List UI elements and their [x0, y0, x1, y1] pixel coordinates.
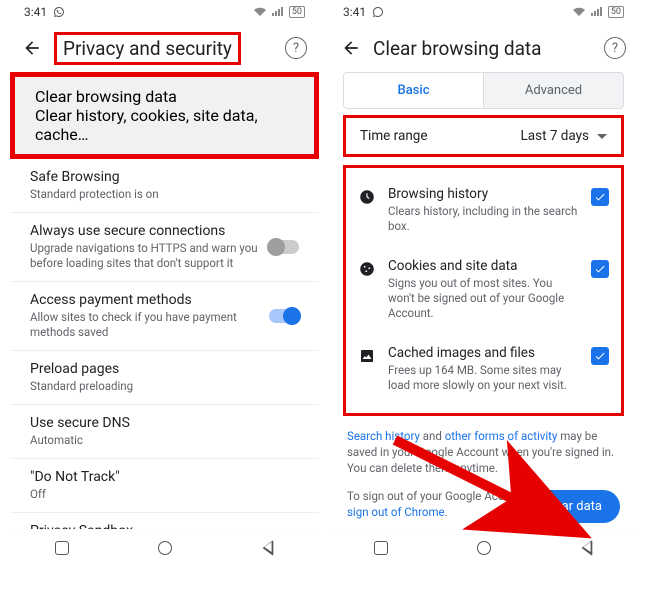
toggle-secure-connections[interactable] [269, 240, 299, 254]
history-icon [358, 188, 376, 206]
item-title: Clear browsing data [35, 87, 294, 106]
recent-apps-icon[interactable] [55, 541, 69, 555]
battery-icon: 50 [608, 6, 624, 18]
item-subtitle: Allow sites to check if you have payment… [30, 310, 259, 340]
item-subtitle: Standard protection is on [30, 187, 299, 202]
info-search-history: Search history and other forms of activi… [329, 422, 638, 482]
android-nav-bar [329, 529, 638, 565]
chevron-down-icon [597, 134, 607, 139]
home-icon[interactable] [477, 541, 491, 555]
checkbox-cache[interactable] [591, 347, 609, 365]
item-title: Preload pages [30, 361, 299, 377]
help-icon[interactable]: ? [285, 37, 307, 59]
signal-icon [590, 7, 604, 17]
clear-data-button[interactable]: Clear data [525, 490, 620, 523]
item-title: Browsing history [388, 186, 579, 202]
whatsapp-icon [53, 6, 65, 18]
link-other-activity[interactable]: other forms of activity [445, 429, 558, 443]
page-title: Clear browsing data [373, 37, 592, 60]
wifi-icon [253, 7, 267, 17]
page-title: Privacy and security [54, 32, 241, 65]
item-title: Use secure DNS [30, 415, 299, 431]
tab-advanced[interactable]: Advanced [483, 72, 624, 109]
status-bar: 3:41 50 [329, 0, 638, 24]
battery-icon: 50 [289, 6, 305, 18]
phone-clear-browsing-data: 3:41 50 Clear browsing data ? Basic Adva… [329, 0, 638, 565]
item-subtitle: Off [30, 487, 299, 502]
app-bar: Clear browsing data ? [329, 24, 638, 72]
help-icon[interactable]: ? [604, 37, 626, 59]
android-nav-bar [10, 529, 319, 565]
signal-icon [271, 7, 285, 17]
menu-payment-methods[interactable]: Access payment methods Allow sites to ch… [10, 282, 319, 351]
tab-basic[interactable]: Basic [343, 72, 483, 109]
menu-do-not-track[interactable]: "Do Not Track" Off [10, 459, 319, 513]
item-subtitle: Clear history, cookies, site data, cache… [35, 106, 294, 144]
recent-apps-icon[interactable] [374, 541, 388, 555]
menu-preload-pages[interactable]: Preload pages Standard preloading [10, 351, 319, 405]
item-title: Cookies and site data [388, 258, 579, 274]
toggle-payment-methods[interactable] [269, 309, 299, 323]
time-range-dropdown[interactable]: Time range Last 7 days [343, 115, 624, 157]
item-subtitle: Clears history, including in the search … [388, 204, 579, 234]
item-title: "Do Not Track" [30, 469, 299, 485]
item-title: Safe Browsing [30, 169, 299, 185]
back-nav-icon[interactable] [263, 540, 274, 556]
menu-secure-connections[interactable]: Always use secure connections Upgrade na… [10, 213, 319, 282]
status-time: 3:41 [24, 5, 47, 19]
link-search-history[interactable]: Search history [347, 429, 420, 443]
cookie-icon [358, 260, 376, 278]
option-cookies[interactable]: Cookies and site data Signs you out of m… [354, 246, 613, 333]
option-cache[interactable]: Cached images and files Frees up 164 MB.… [354, 333, 613, 405]
app-bar: Privacy and security ? [10, 24, 319, 72]
item-subtitle: Standard preloading [30, 379, 299, 394]
link-sign-out-chrome[interactable]: sign out of Chrome [347, 505, 445, 519]
item-subtitle: Frees up 164 MB. Some sites may load mor… [388, 363, 579, 393]
menu-safe-browsing[interactable]: Safe Browsing Standard protection is on [10, 159, 319, 213]
back-icon[interactable] [22, 38, 42, 58]
status-time: 3:41 [343, 5, 366, 19]
back-icon[interactable] [341, 38, 361, 58]
time-range-label: Time range [360, 128, 428, 144]
back-nav-icon[interactable] [582, 540, 593, 556]
phone-privacy-settings: 3:41 50 Privacy and security ? Clear bro… [10, 0, 319, 565]
menu-secure-dns[interactable]: Use secure DNS Automatic [10, 405, 319, 459]
whatsapp-icon [372, 6, 384, 18]
image-icon [358, 347, 376, 365]
clear-options-group: Browsing history Clears history, includi… [343, 165, 624, 416]
item-subtitle: Signs you out of most sites. You won't b… [388, 276, 579, 321]
item-subtitle: Upgrade navigations to HTTPS and warn yo… [30, 241, 259, 271]
tabs: Basic Advanced [343, 72, 624, 109]
item-subtitle: Automatic [30, 433, 299, 448]
item-title: Cached images and files [388, 345, 579, 361]
status-bar: 3:41 50 [10, 0, 319, 24]
item-title: Always use secure connections [30, 223, 259, 239]
option-browsing-history[interactable]: Browsing history Clears history, includi… [354, 174, 613, 246]
menu-clear-browsing-data[interactable]: Clear browsing data Clear history, cooki… [10, 72, 319, 159]
checkbox-history[interactable] [591, 188, 609, 206]
time-range-value: Last 7 days [521, 128, 590, 144]
item-title: Access payment methods [30, 292, 259, 308]
checkbox-cookies[interactable] [591, 260, 609, 278]
home-icon[interactable] [158, 541, 172, 555]
wifi-icon [572, 7, 586, 17]
